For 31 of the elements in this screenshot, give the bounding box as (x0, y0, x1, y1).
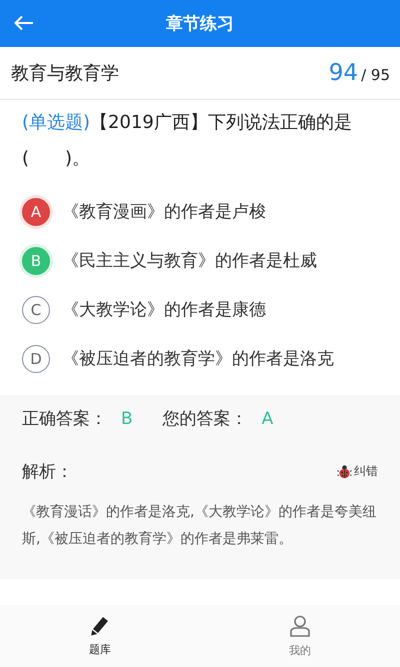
answer-option[interactable]: B 《民主主义与教育》的作者是杜威 (22, 236, 400, 285)
question-text: (单选题)【2019广西】下列说法正确的是( )。 (21, 111, 353, 171)
answer-option[interactable]: C 《大教学论》的作者是康德 (22, 285, 400, 334)
pencil-icon (89, 616, 111, 636)
option-letter: D (22, 344, 50, 372)
option-text: 《民主主义与教育》的作者是杜威 (62, 250, 317, 272)
option-text: 《被压迫者的教育学》的作者是洛克 (62, 348, 334, 370)
option-letter: B (22, 246, 50, 274)
ladybug-icon (337, 464, 352, 479)
screen-title: 章节练习 (166, 13, 234, 35)
option-letter: C (22, 296, 50, 324)
analysis-text: 《教育漫话》的作者是洛克,《大教学论》的作者是夸美纽斯,《被压迫者的教育学》的作者是弗莱雷。 (22, 503, 378, 549)
tab-label: 我的 (289, 642, 311, 658)
option-text: 《大教学论》的作者是康德 (62, 299, 266, 321)
correct-answer-label: 正确答案： (22, 408, 107, 430)
correct-answer: B (121, 408, 133, 428)
current-number: 94 (328, 60, 358, 86)
report-error-button[interactable]: 纠错 (337, 463, 378, 480)
answer-option[interactable]: D 《被压迫者的教育学》的作者是洛克 (22, 334, 400, 383)
total-count: / 95 (361, 66, 390, 84)
tab-item[interactable]: 题库 (0, 605, 200, 667)
option-letter: A (22, 198, 50, 226)
your-answer: A (262, 408, 274, 428)
option-text: 《教育漫画》的作者是卢梭 (62, 201, 266, 223)
your-answer-label: 您的答案： (162, 408, 248, 430)
chapter-title: 教育与教育学 (11, 62, 119, 85)
tab-label: 题库 (89, 642, 111, 656)
person-icon (289, 614, 311, 636)
answer-option[interactable]: A 《教育漫画》的作者是卢梭 (22, 187, 400, 236)
analysis-title: 解析： (22, 461, 73, 483)
tab-item[interactable]: 我的 (200, 605, 400, 667)
